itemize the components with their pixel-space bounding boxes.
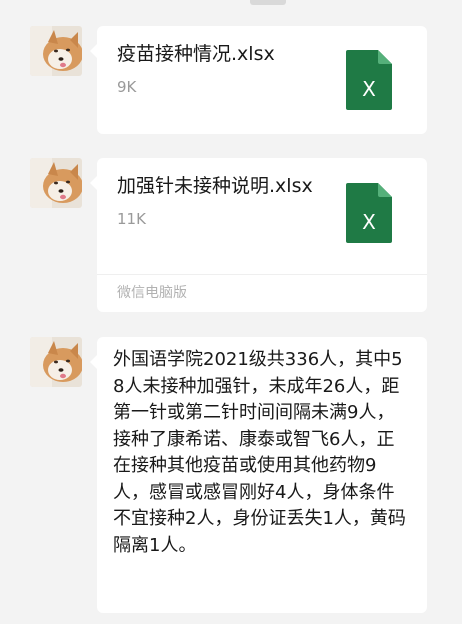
excel-file-icon: X bbox=[346, 50, 392, 110]
file-bubble[interactable]: 加强针未接种说明.xlsx 11K X 微信电脑版 bbox=[90, 158, 427, 312]
avatar-image bbox=[30, 337, 82, 387]
scroll-indicator[interactable] bbox=[250, 0, 286, 5]
avatar[interactable] bbox=[30, 337, 82, 387]
file-name: 疫苗接种情况.xlsx bbox=[117, 43, 275, 65]
excel-icon-letter: X bbox=[362, 210, 376, 234]
file-size: 11K bbox=[117, 210, 146, 228]
excel-icon-letter: X bbox=[362, 77, 376, 101]
message-text: 外国语学院2021级共336人，其中58人未接种加强针，未成年26人，距第一针或… bbox=[113, 349, 406, 556]
source-divider bbox=[97, 274, 427, 275]
text-bubble[interactable]: 外国语学院2021级共336人，其中58人未接种加强针，未成年26人，距第一针或… bbox=[90, 337, 427, 613]
avatar[interactable] bbox=[30, 26, 82, 76]
avatar[interactable] bbox=[30, 158, 82, 208]
file-name: 加强针未接种说明.xlsx bbox=[117, 175, 313, 197]
avatar-image bbox=[30, 26, 82, 76]
excel-file-icon: X bbox=[346, 183, 392, 243]
avatar-image bbox=[30, 158, 82, 208]
file-size: 9K bbox=[117, 78, 137, 96]
file-bubble[interactable]: 疫苗接种情况.xlsx 9K X bbox=[90, 26, 427, 134]
source-label: 微信电脑版 bbox=[117, 285, 187, 301]
